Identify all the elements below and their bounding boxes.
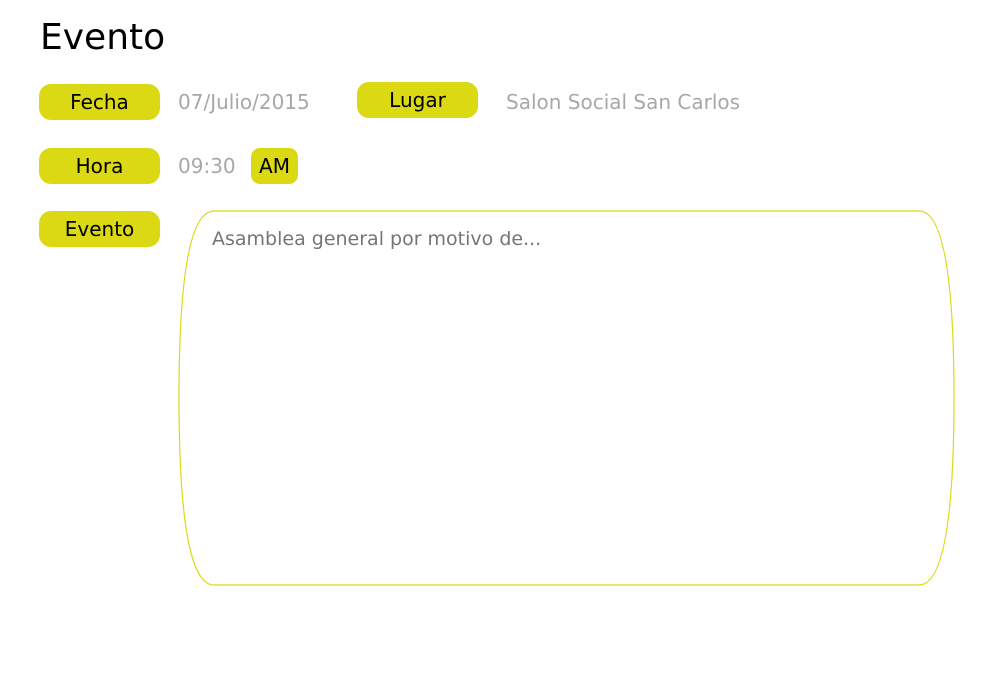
am-pm-toggle[interactable]: AM (251, 148, 298, 184)
lugar-label-button[interactable]: Lugar (357, 82, 478, 118)
evento-label-button[interactable]: Evento (39, 211, 160, 247)
hora-value[interactable]: 09:30 (178, 154, 236, 178)
event-form-page: Evento Fecha 07/Julio/2015 Lugar Salon S… (0, 0, 1000, 700)
hora-label-button[interactable]: Hora (39, 148, 160, 184)
evento-description-input[interactable] (212, 228, 912, 558)
fecha-value[interactable]: 07/Julio/2015 (178, 90, 310, 114)
page-title: Evento (40, 17, 166, 58)
fecha-label-button[interactable]: Fecha (39, 84, 160, 120)
evento-description-box (178, 210, 955, 586)
lugar-value[interactable]: Salon Social San Carlos (506, 90, 740, 114)
